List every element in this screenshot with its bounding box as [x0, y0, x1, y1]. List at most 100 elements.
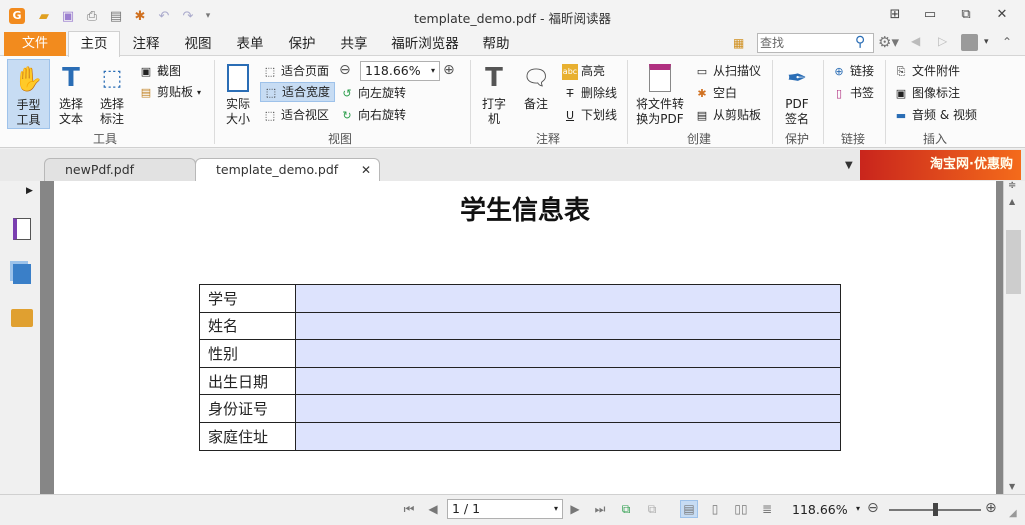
fit-visible-button[interactable]: ⬚ 适合视区 [262, 106, 329, 125]
clipboard-button[interactable]: ▤ 剪贴板 ▾ [138, 83, 201, 102]
prev-view-icon[interactable]: ◀ [911, 34, 920, 48]
scroll-up-icon[interactable]: ▲ [1009, 197, 1015, 206]
strikeout-button[interactable]: T 删除线 [562, 84, 617, 103]
snapshot-label: 截图 [157, 64, 182, 78]
tab-view[interactable]: 视图 [176, 33, 220, 56]
highlight-button[interactable]: abc 高亮 [562, 62, 605, 81]
status-zoom-value[interactable]: 118.66% [792, 502, 848, 517]
continuous-icon[interactable]: ▯ [706, 500, 724, 518]
rotate-left-label: 向左旋转 [358, 86, 407, 100]
convert-to-pdf-button[interactable]: 将文件转换为PDF [632, 59, 688, 129]
next-view-icon[interactable]: ⧉ [643, 500, 661, 518]
tab-list-chevron-icon[interactable]: ▼ [845, 160, 853, 171]
continuous-facing-icon[interactable]: ≣ [758, 500, 776, 518]
file-menu[interactable]: 文件 [4, 32, 66, 56]
note-button[interactable]: 🗨 备注 [518, 59, 554, 129]
page-number-input[interactable]: 1 / 1 ▾ [447, 499, 563, 519]
underline-button[interactable]: U 下划线 [562, 106, 617, 125]
last-page-icon[interactable]: ⏭ [591, 500, 609, 518]
select-annotation-button[interactable]: ⬚ 选择标注 [92, 59, 132, 129]
tab-form[interactable]: 表单 [228, 33, 272, 56]
rotate-right-button[interactable]: ↻ 向右旋转 [339, 106, 406, 125]
form-field-input[interactable] [295, 366, 841, 396]
link-button[interactable]: ⊕ 链接 [831, 62, 874, 81]
tab-share[interactable]: 共享 [332, 33, 376, 56]
select-text-button[interactable]: T 选择文本 [51, 59, 91, 129]
close-tab-icon[interactable]: ✕ [361, 159, 371, 181]
user-avatar-icon[interactable] [961, 34, 978, 51]
form-field-input[interactable] [295, 394, 841, 423]
vertical-scrollbar[interactable] [1003, 181, 1025, 494]
form-field-input[interactable] [295, 311, 841, 341]
single-page-icon[interactable]: ▤ [680, 500, 698, 518]
snapshot-button[interactable]: ▣ 截图 [138, 62, 181, 81]
tab-protect[interactable]: 保护 [280, 33, 324, 56]
status-zoom-in-icon[interactable]: ⊕ [985, 500, 997, 516]
from-scanner-button[interactable]: ▭ 从扫描仪 [694, 62, 761, 81]
blank-button[interactable]: ✱ 空白 [694, 84, 737, 103]
form-row: 学号 [199, 284, 841, 313]
image-annotation-button[interactable]: ▣ 图像标注 [893, 84, 960, 103]
form-field-label: 性别 [199, 339, 296, 368]
pdf-sign-button[interactable]: ✒ PDF签名 [777, 59, 817, 129]
actual-size-button[interactable]: 实际大小 [220, 59, 256, 129]
group-links-label: 链接 [840, 132, 865, 146]
form-field-input[interactable] [295, 339, 841, 368]
zoom-menu-chevron-icon[interactable]: ▾ [856, 504, 860, 513]
form-field-input[interactable] [295, 284, 841, 313]
group-view-label: 视图 [327, 132, 352, 146]
layers-icon[interactable] [13, 264, 31, 284]
status-zoom-out-icon[interactable]: ⊖ [867, 500, 879, 516]
ad-banner[interactable]: 淘宝网·优惠购 [860, 150, 1021, 180]
hand-icon: ✋ [13, 64, 44, 93]
note-icon: 🗨 [522, 65, 550, 91]
collapse-ribbon-icon[interactable]: ⌃ [1002, 35, 1012, 49]
doc-tab-label: newPdf.pdf [65, 162, 135, 177]
doc-tab-template-demo[interactable]: template_demo.pdf ✕ [195, 158, 380, 181]
hand-tool-button[interactable]: ✋ 手型工具 [7, 59, 50, 129]
chevron-down-icon: ▾ [197, 88, 202, 97]
maximize-button[interactable]: ⧉ [954, 5, 978, 25]
from-clipboard-button[interactable]: ▤ 从剪贴板 [694, 106, 761, 125]
typewriter-button[interactable]: T 打字机 [476, 59, 512, 129]
fit-width-label: 适合宽度 [282, 84, 331, 99]
previous-view-icon[interactable]: ⧉ [617, 500, 635, 518]
tab-home[interactable]: 主页 [68, 31, 120, 57]
form-field-input[interactable] [295, 421, 841, 451]
user-menu-chevron-icon[interactable]: ▾ [984, 37, 989, 47]
tab-help[interactable]: 帮助 [474, 33, 518, 56]
resize-grip-icon[interactable]: ◢ [1009, 508, 1017, 519]
file-attachment-button[interactable]: ⎘ 文件附件 [893, 62, 960, 81]
tab-comment[interactable]: 注释 [124, 33, 168, 56]
facing-icon[interactable]: ▯▯ [732, 500, 750, 518]
first-page-icon[interactable]: ⏮ [400, 500, 418, 518]
pages-icon[interactable] [13, 218, 31, 240]
minimize-button[interactable]: ▭ [918, 5, 942, 25]
next-page-icon[interactable]: ▶ [566, 500, 584, 518]
zoom-out-icon[interactable]: ⊖ [339, 62, 351, 78]
paperclip-icon: ⎘ [896, 65, 906, 78]
prev-page-icon[interactable]: ◀ [424, 500, 442, 518]
audio-video-button[interactable]: ▬ 音频 & 视频 [893, 106, 977, 125]
fit-width-button[interactable]: ⬚ 适合宽度 [260, 82, 336, 102]
page-number-value: 1 / 1 [452, 501, 481, 516]
doc-tab-newpdf[interactable]: newPdf.pdf [44, 158, 196, 181]
tab-browser[interactable]: 福昕浏览器 [382, 33, 468, 56]
zoom-select[interactable]: 118.66% ▾ [360, 61, 440, 81]
expand-panel-icon[interactable]: ▶ [26, 186, 33, 196]
comments-icon[interactable] [11, 309, 33, 327]
ribbon-toggle-icon[interactable]: ⊞ [883, 5, 907, 25]
scroll-thumb[interactable] [1006, 230, 1021, 294]
split-view-icon[interactable]: ≑ [1008, 180, 1016, 191]
zoom-in-icon[interactable]: ⊕ [443, 62, 455, 78]
fit-page-button[interactable]: ⬚ 适合页面 [262, 62, 329, 81]
next-view-icon[interactable]: ▷ [938, 34, 947, 48]
bookmark-button[interactable]: ▯ 书签 [831, 84, 874, 103]
settings-icon[interactable]: ⚙▾ [878, 33, 899, 51]
search-icon[interactable]: ⚲ [855, 34, 865, 50]
zoom-slider-thumb[interactable] [933, 503, 938, 516]
close-button[interactable]: ✕ [990, 5, 1014, 25]
scroll-down-icon[interactable]: ▼ [1009, 482, 1015, 491]
window-title: template_demo.pdf - 福昕阅读器 [413, 11, 612, 26]
rotate-left-button[interactable]: ↺ 向左旋转 [339, 84, 406, 103]
